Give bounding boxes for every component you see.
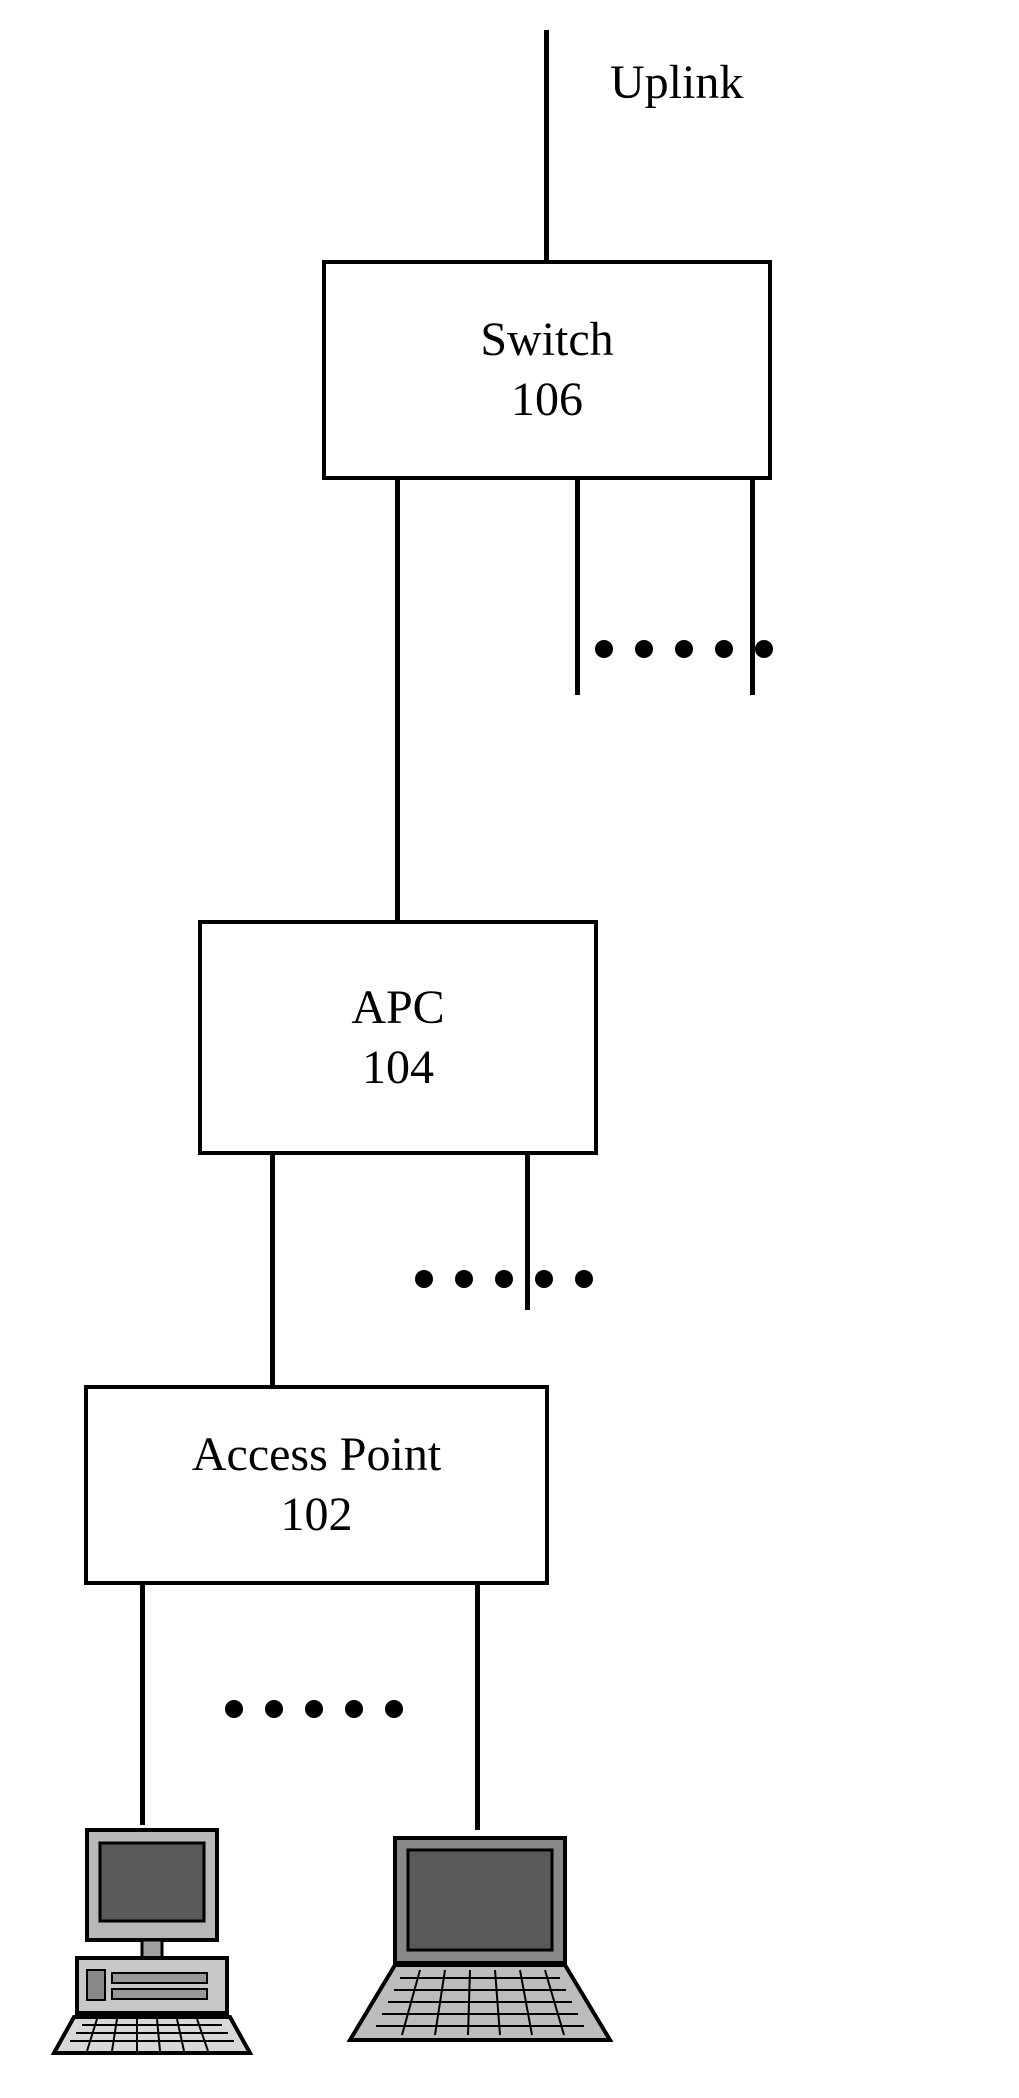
apc-ref: 104 xyxy=(362,1038,434,1098)
switch-ref: 106 xyxy=(511,370,583,430)
dot-icon xyxy=(635,640,653,658)
connector-ap-right xyxy=(475,1585,480,1830)
dot-icon xyxy=(385,1700,403,1718)
dot-icon xyxy=(455,1270,473,1288)
ellipsis-dots-bottom xyxy=(225,1700,403,1718)
apc-box: APC 104 xyxy=(198,920,598,1155)
uplink-label: Uplink xyxy=(610,55,743,110)
dot-icon xyxy=(715,640,733,658)
dot-icon xyxy=(345,1700,363,1718)
access-point-ref: 102 xyxy=(281,1485,353,1545)
dot-icon xyxy=(305,1700,323,1718)
dot-icon xyxy=(265,1700,283,1718)
dot-icon xyxy=(415,1270,433,1288)
apc-name: APC xyxy=(351,978,444,1038)
connector-uplink-to-switch xyxy=(544,30,549,260)
switch-name: Switch xyxy=(480,310,613,370)
dot-icon xyxy=(595,640,613,658)
ellipsis-dots-top xyxy=(595,640,773,658)
connector-ap-left xyxy=(140,1585,145,1825)
dot-icon xyxy=(755,640,773,658)
laptop-icon xyxy=(340,1830,620,2050)
desktop-computer-icon xyxy=(42,1825,262,2060)
dot-icon xyxy=(495,1270,513,1288)
dot-icon xyxy=(675,640,693,658)
connector-switch-right xyxy=(750,480,755,695)
connector-switch-mid xyxy=(575,480,580,695)
connector-switch-left xyxy=(395,480,400,920)
access-point-name: Access Point xyxy=(192,1425,441,1485)
ellipsis-dots-mid xyxy=(415,1270,593,1288)
switch-box: Switch 106 xyxy=(322,260,772,480)
dot-icon xyxy=(575,1270,593,1288)
dot-icon xyxy=(225,1700,243,1718)
dot-icon xyxy=(535,1270,553,1288)
access-point-box: Access Point 102 xyxy=(84,1385,549,1585)
connector-apc-left xyxy=(270,1155,275,1385)
